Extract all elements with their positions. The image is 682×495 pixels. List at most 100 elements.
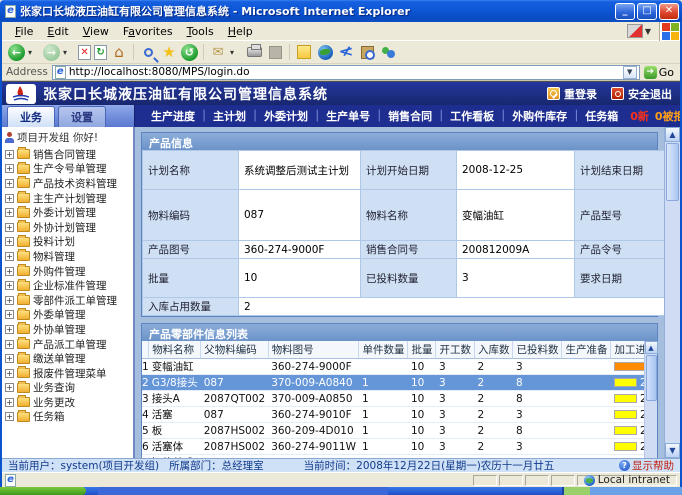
search-button[interactable]	[139, 43, 157, 61]
nav-item-4[interactable]: 销售合同	[382, 108, 438, 124]
maximize-button[interactable]: □	[637, 3, 657, 20]
tree-expand-icon[interactable]: +	[5, 150, 14, 159]
show-help-button[interactable]: ? 显示帮助	[619, 458, 674, 472]
safe-exit-button[interactable]: 安全退出	[611, 86, 672, 102]
column-header-3[interactable]: 单件数量	[359, 341, 408, 359]
tree-expand-icon[interactable]: +	[5, 325, 14, 334]
sidebar-item-11[interactable]: +外委单管理	[4, 308, 133, 323]
scroll-thumb[interactable]	[646, 355, 657, 401]
sidebar-item-5[interactable]: +外协计划管理	[4, 220, 133, 235]
tab-settings[interactable]: 设置	[58, 106, 106, 127]
column-header-6[interactable]: 入库数	[474, 341, 513, 359]
sidebar-item-2[interactable]: +产品技术资料管理	[4, 176, 133, 191]
column-header-7[interactable]: 已投料数	[513, 341, 562, 359]
print-button[interactable]	[245, 43, 263, 61]
tree-expand-icon[interactable]: +	[5, 179, 14, 188]
menu-item-favorites[interactable]: Favorites	[116, 23, 180, 40]
sidebar-item-9[interactable]: +企业标准件管理	[4, 278, 133, 293]
sidebar-item-6[interactable]: +投料计划	[4, 235, 133, 250]
menu-item-tools[interactable]: Tools	[180, 23, 221, 40]
tree-expand-icon[interactable]: +	[5, 267, 14, 276]
tree-expand-icon[interactable]: +	[5, 412, 14, 421]
pdf-convert-icon[interactable]	[627, 24, 643, 38]
mail-dropdown-icon[interactable]: ▾	[230, 48, 234, 57]
tree-expand-icon[interactable]: +	[5, 223, 14, 232]
tree-expand-icon[interactable]: +	[5, 208, 14, 217]
tree-expand-icon[interactable]: +	[5, 252, 14, 261]
column-header-8[interactable]: 生产准备	[562, 341, 611, 359]
tree-expand-icon[interactable]: +	[5, 354, 14, 363]
window-titlebar[interactable]: e 张家口长城液压油缸有限公司管理信息系统 - Microsoft Intern…	[0, 0, 682, 22]
msn-explorer-button[interactable]	[316, 43, 334, 61]
sidebar-item-18[interactable]: +任务箱	[4, 410, 133, 425]
back-dropdown-icon[interactable]: ▾	[28, 48, 32, 57]
scroll-thumb[interactable]	[666, 143, 679, 201]
sidebar-item-4[interactable]: +外委计划管理	[4, 205, 133, 220]
sidebar-item-8[interactable]: +外购件管理	[4, 264, 133, 279]
close-button[interactable]: ✕	[659, 3, 679, 20]
messenger-swoosh-button[interactable]: ≮	[334, 43, 357, 61]
favorites-button[interactable]: ★	[160, 43, 178, 61]
messenger-button[interactable]	[379, 43, 397, 61]
table-row-0[interactable]: 1变幅油缸360-274-9000F1032329 %	[142, 359, 644, 375]
column-header-4[interactable]: 批量	[408, 341, 436, 359]
discuss-button[interactable]	[295, 43, 313, 61]
column-header-2[interactable]: 物料图号	[268, 341, 359, 359]
stop-button[interactable]: ✕	[78, 45, 91, 60]
nav-item-3[interactable]: 生产单号	[320, 108, 376, 124]
tree-expand-icon[interactable]: +	[5, 296, 14, 305]
table-row-4[interactable]: 5板2087HS002360-209-4D01011032820 %	[142, 423, 644, 439]
address-dropdown-icon[interactable]: ▼	[623, 66, 637, 79]
forward-dropdown-icon[interactable]: ▾	[63, 48, 67, 57]
menu-item-view[interactable]: View	[76, 23, 116, 40]
scroll-up-button[interactable]: ▲	[665, 127, 680, 142]
sidebar-item-13[interactable]: +产品派工单管理	[4, 337, 133, 352]
sidebar-item-17[interactable]: +业务更改	[4, 395, 133, 410]
nav-item-1[interactable]: 主计划	[207, 108, 252, 124]
menu-item-edit[interactable]: Edit	[40, 23, 75, 40]
minimize-button[interactable]: _	[615, 3, 635, 20]
scroll-up-button[interactable]: ▲	[645, 341, 658, 354]
nav-item-2[interactable]: 外委计划	[258, 108, 314, 124]
sidebar-item-10[interactable]: +零部件派工单管理	[4, 293, 133, 308]
sidebar-item-16[interactable]: +业务查询	[4, 381, 133, 396]
nav-item-6[interactable]: 外购件库存	[506, 108, 573, 124]
tree-expand-icon[interactable]: +	[5, 369, 14, 378]
column-header-1[interactable]: 父物料编码	[201, 341, 268, 359]
table-row-3[interactable]: 4活塞087360-274-9010F11032320 %	[142, 407, 644, 423]
tree-expand-icon[interactable]: +	[5, 164, 14, 173]
column-header-0[interactable]: 物料名称	[149, 341, 201, 359]
tree-expand-icon[interactable]: +	[5, 194, 14, 203]
mail-button[interactable]: ✉	[209, 43, 227, 61]
taskbar-task-button[interactable]	[98, 487, 388, 495]
tree-expand-icon[interactable]: +	[5, 398, 14, 407]
nav-item-5[interactable]: 工作看板	[444, 108, 500, 124]
sidebar-item-7[interactable]: +物料管理	[4, 249, 133, 264]
refresh-button[interactable]: ↻	[94, 45, 107, 60]
parts-vertical-scrollbar[interactable]: ▲	[644, 341, 657, 458]
table-row-5[interactable]: 6活塞体2087HS002360-274-9011W11032320 %	[142, 439, 644, 455]
table-row-2[interactable]: 3接头A2087QT002370-009-A085011032820 %	[142, 391, 644, 407]
history-button[interactable]: ↺	[181, 44, 198, 61]
tree-expand-icon[interactable]: +	[5, 310, 14, 319]
tree-expand-icon[interactable]: +	[5, 340, 14, 349]
sidebar-item-15[interactable]: +报废件管理菜单	[4, 366, 133, 381]
sidebar-item-12[interactable]: +外协单管理	[4, 322, 133, 337]
tree-expand-icon[interactable]: +	[5, 237, 14, 246]
sidebar-item-3[interactable]: +主生产计划管理	[4, 191, 133, 206]
go-button[interactable]: ➔ Go	[640, 66, 678, 79]
content-frame-scrollbar[interactable]: ▲ ▼	[664, 127, 680, 458]
pdf-dropdown-icon[interactable]: ▼	[645, 27, 651, 36]
table-row-1[interactable]: 2G3/8接头087370-009-A084011032820 %	[142, 375, 644, 391]
scroll-down-button[interactable]: ▼	[665, 443, 680, 458]
relogin-button[interactable]: 重登录	[547, 86, 597, 102]
back-button[interactable]: ←	[8, 44, 25, 61]
start-button[interactable]	[0, 487, 86, 495]
address-input[interactable]: e http://localhost:8080/MPS/login.do ▼	[52, 65, 640, 80]
windows-taskbar[interactable]	[0, 487, 682, 495]
column-header-9[interactable]: 加工进度	[611, 341, 644, 359]
nav-item-0[interactable]: 生产进度	[145, 108, 201, 124]
sidebar-item-1[interactable]: +生产令号单管理	[4, 162, 133, 177]
menu-item-help[interactable]: Help	[221, 23, 260, 40]
edit-button[interactable]	[266, 43, 284, 61]
